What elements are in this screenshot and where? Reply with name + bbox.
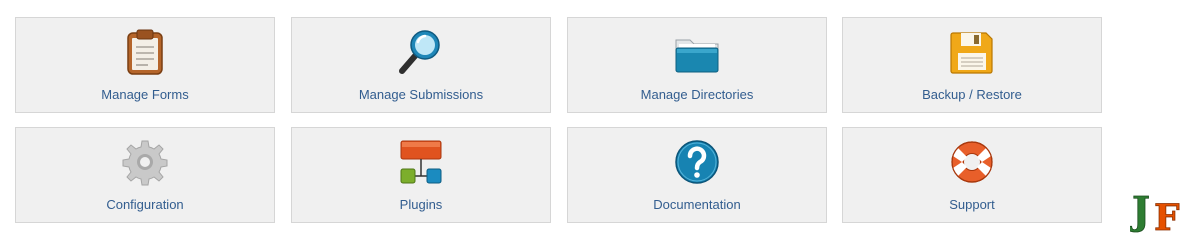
svg-text:F: F [1154,197,1180,236]
manage-forms-tile[interactable]: Manage Forms [15,17,275,113]
clipboard-icon [121,28,169,76]
control-panel-grid: Manage Forms Manage Submissions Manage D… [0,0,1190,240]
gear-icon [121,138,169,186]
magnifier-icon [397,28,445,76]
tile-label: Support [949,197,995,212]
tile-label: Manage Directories [640,87,754,102]
tile-label: Manage Forms [101,87,189,102]
folder-icon [673,28,721,76]
plugin-hierarchy-icon [397,138,445,186]
jf-logo: J F [1130,184,1188,236]
floppy-disk-icon [948,28,996,76]
configuration-tile[interactable]: Configuration [15,127,275,223]
support-tile[interactable]: Support [842,127,1102,223]
tile-label: Plugins [399,197,443,212]
question-mark-icon [673,138,721,186]
lifebuoy-icon [948,138,996,186]
manage-submissions-tile[interactable]: Manage Submissions [291,17,551,113]
documentation-tile[interactable]: Documentation [567,127,827,223]
tile-label: Manage Submissions [358,87,484,102]
backup-restore-tile[interactable]: Backup / Restore [842,17,1102,113]
tile-label: Documentation [653,197,741,212]
plugins-tile[interactable]: Plugins [291,127,551,223]
tile-label: Configuration [106,197,184,212]
tile-label: Backup / Restore [922,87,1022,102]
manage-directories-tile[interactable]: Manage Directories [567,17,827,113]
svg-text:J: J [1130,188,1150,233]
